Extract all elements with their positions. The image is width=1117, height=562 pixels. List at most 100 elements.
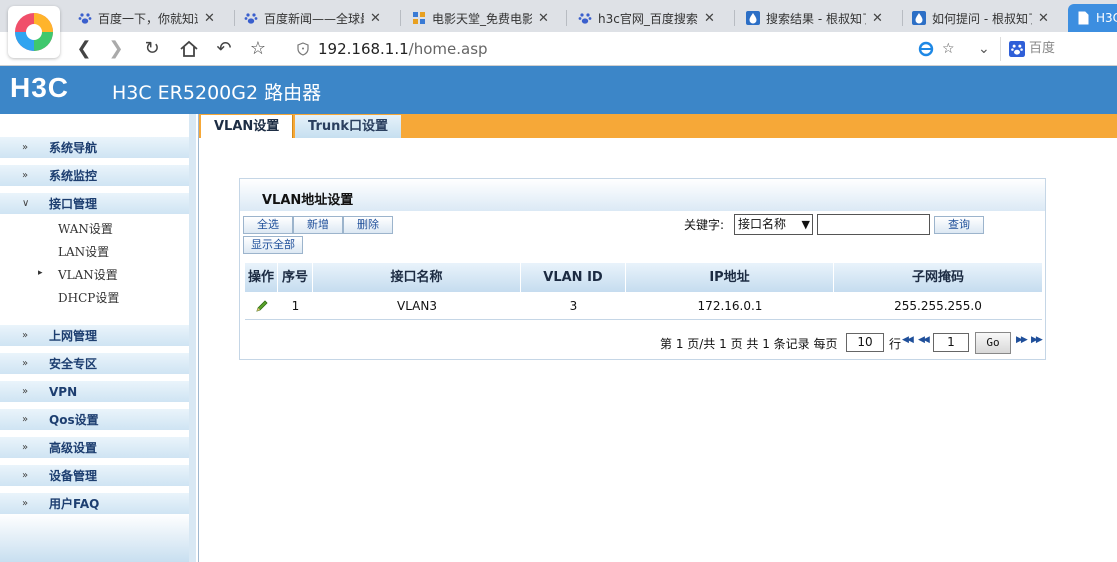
browser-tab[interactable]: h3c官网_百度搜索 ✕ (570, 4, 723, 32)
tab-title: 百度一下，你就知道 (98, 11, 198, 26)
sidebar-item-internet[interactable]: » 上网管理 (0, 324, 189, 346)
tab-title: 搜索结果 - 根叔知了 (766, 11, 866, 26)
sidebar-subitem-dhcp[interactable]: DHCP设置 (58, 289, 119, 306)
sidebar-item-system-nav[interactable]: » 系统导航 (0, 136, 189, 158)
first-page-icon[interactable]: ◀◀ (902, 335, 914, 345)
sidebar-item-interface[interactable]: ∨ 接口管理 (0, 192, 189, 214)
sidebar-divider (189, 114, 196, 562)
browser-logo-icon (15, 13, 53, 51)
go-button[interactable]: Go (975, 332, 1011, 354)
close-icon[interactable]: ✕ (704, 11, 715, 26)
prev-page-icon[interactable]: ◀◀ (918, 335, 930, 345)
content-tab-bar: VLAN设置 Trunk口设置 (199, 114, 1117, 138)
baidu-paw-icon (1009, 41, 1025, 57)
query-button[interactable]: 查询 (934, 216, 984, 234)
tab-title: h3c官网_百度搜索 (598, 11, 698, 26)
browser-tab-active[interactable]: H3C (1068, 4, 1117, 32)
browser-tab[interactable]: 电影天堂_免费电影_迅 ✕ (404, 4, 557, 32)
double-chevron-icon: » (22, 442, 29, 453)
browser-tab[interactable]: 百度一下，你就知道 ✕ (70, 4, 223, 32)
star-icon[interactable]: ☆ (246, 37, 270, 61)
close-icon[interactable]: ✕ (538, 11, 549, 26)
keyword-input[interactable] (817, 214, 930, 235)
address-bar[interactable]: 192.168.1.1/home.asp (296, 37, 488, 61)
col-header-name: 接口名称 (313, 263, 521, 292)
ie-mode-icon[interactable] (918, 37, 934, 61)
baidu-paw-icon (78, 13, 92, 24)
search-engine-box[interactable]: 百度 (1000, 37, 1055, 61)
browser-logo[interactable] (8, 6, 60, 58)
edit-icon[interactable] (245, 293, 278, 320)
last-page-icon[interactable]: ▶▶ (1031, 335, 1043, 345)
cell-seq: 1 (291, 299, 300, 313)
browser-tab[interactable]: 百度新闻——全球最大 ✕ (236, 4, 389, 32)
col-header-vlan-id: VLAN ID (521, 263, 626, 292)
add-button[interactable]: 新增 (293, 216, 343, 234)
close-icon[interactable]: ✕ (370, 11, 381, 26)
double-chevron-icon: » (22, 142, 29, 153)
browser-tab[interactable]: 如何提问 - 根叔知了 ✕ (904, 4, 1057, 32)
sidebar-item-advanced[interactable]: » 高级设置 (0, 436, 189, 458)
close-icon[interactable]: ✕ (1038, 11, 1049, 26)
tab-trunk-settings[interactable]: Trunk口设置 (295, 115, 402, 138)
col-header-seq: 序号 (278, 263, 313, 292)
router-header: H3C H3C ER5200G2 路由器 (0, 66, 1117, 114)
shield-icon (297, 42, 309, 56)
double-chevron-icon: » (22, 330, 29, 341)
water-drop-icon (746, 11, 760, 25)
back-icon[interactable]: ❮ (72, 37, 96, 61)
next-page-icon[interactable]: ▶▶ (1016, 335, 1028, 345)
sidebar-subitem-vlan[interactable]: VLAN设置 (58, 266, 118, 283)
baidu-paw-icon (578, 13, 592, 24)
double-chevron-icon: » (22, 386, 29, 397)
water-drop-icon (912, 11, 926, 25)
movie-site-icon (413, 12, 425, 24)
sidebar-item-vpn[interactable]: » VPN (0, 380, 189, 402)
chevron-down-icon[interactable]: ⌄ (978, 37, 990, 61)
table-row: 1 VLAN3 3 172.16.0.1 255.255.255.0 (245, 293, 1042, 320)
browser-tab-bar: 百度一下，你就知道 ✕ 百度新闻——全球最大 ✕ 电影天堂_免费电影_迅 ✕ h… (0, 0, 1117, 32)
delete-button[interactable]: 删除 (343, 216, 393, 234)
favorite-star-icon[interactable]: ☆ (942, 37, 955, 61)
select-all-button[interactable]: 全选 (243, 216, 293, 234)
browser-nav-bar: ❮ ❯ ↻ ↶ ☆ 192.168.1.1/home.asp ☆ ⌄ 百度 (0, 32, 1117, 66)
panel-header: VLAN地址设置 (240, 179, 1045, 211)
close-icon[interactable]: ✕ (872, 11, 883, 26)
sidebar-item-device[interactable]: » 设备管理 (0, 464, 189, 486)
cell-vlan-id: 3 (569, 299, 578, 313)
sidebar-subitem-lan[interactable]: LAN设置 (58, 243, 109, 260)
per-page-input[interactable]: 10 (846, 333, 884, 352)
sidebar-item-system-monitor[interactable]: » 系统监控 (0, 164, 189, 186)
undo-icon[interactable]: ↶ (212, 37, 236, 61)
sidebar-item-qos[interactable]: » Qos设置 (0, 408, 189, 430)
expanded-chevron-icon: ∨ (22, 198, 30, 209)
keyword-select[interactable]: 接口名称 ▼ (734, 214, 813, 235)
forward-icon[interactable]: ❯ (104, 37, 128, 61)
tab-title: 如何提问 - 根叔知了 (932, 11, 1032, 26)
close-icon[interactable]: ✕ (204, 11, 215, 26)
double-chevron-icon: » (22, 498, 29, 509)
home-icon[interactable] (177, 37, 201, 61)
page-number-input[interactable]: 1 (933, 333, 969, 352)
sidebar: » 系统导航 » 系统监控 ∨ 接口管理 WAN设置 LAN设置 ▸ VLAN设… (0, 114, 196, 562)
tab-title: 电影天堂_免费电影_迅 (432, 11, 532, 26)
cell-name: VLAN3 (397, 299, 437, 313)
sidebar-item-security[interactable]: » 安全专区 (0, 352, 189, 374)
double-chevron-icon: » (22, 414, 29, 425)
browser-tab[interactable]: 搜索结果 - 根叔知了 ✕ (738, 4, 891, 32)
main-content: VLAN设置 Trunk口设置 VLAN地址设置 全选 新增 删除 显示全部 关… (198, 114, 1117, 562)
tab-title: H3C (1096, 11, 1117, 25)
panel-title: VLAN地址设置 (262, 193, 354, 208)
vlan-address-panel: VLAN地址设置 全选 新增 删除 显示全部 关键字: 接口名称 ▼ 查询 操作… (239, 178, 1046, 360)
double-chevron-icon: » (22, 358, 29, 369)
page-icon (1078, 11, 1089, 25)
double-chevron-icon: » (22, 170, 29, 181)
baidu-paw-icon (244, 13, 258, 24)
tab-vlan-settings[interactable]: VLAN设置 (201, 115, 294, 138)
pager-rows-label: 行 (889, 337, 902, 351)
h3c-logo: H3C (10, 72, 70, 103)
reload-icon[interactable]: ↻ (140, 37, 164, 61)
sidebar-subitem-wan[interactable]: WAN设置 (58, 220, 113, 237)
sidebar-item-faq[interactable]: » 用户FAQ (0, 492, 189, 514)
show-all-button[interactable]: 显示全部 (243, 236, 303, 254)
